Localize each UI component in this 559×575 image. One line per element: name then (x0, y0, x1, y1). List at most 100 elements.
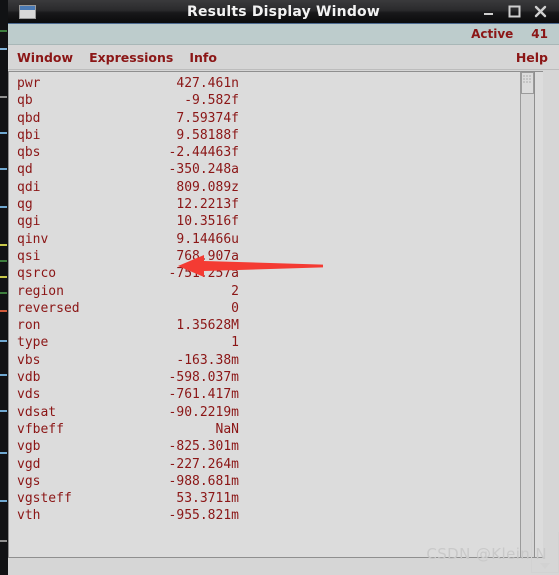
result-row[interactable]: vgd -227.264m (9, 456, 543, 473)
results-list[interactable]: pwr 427.461n qb -9.582f qbd 7.59374f qbi 9.5818… (9, 72, 543, 557)
result-row[interactable]: reversed 0 (9, 300, 543, 317)
backdrop-speck (0, 500, 7, 502)
result-row[interactable]: ron 1.35628M (9, 317, 543, 334)
backdrop-speck (0, 132, 7, 134)
status-state-label: Active (471, 27, 514, 41)
result-parameter-name: vds (17, 387, 41, 403)
result-parameter-value: 12.2213f (176, 197, 239, 213)
result-row[interactable]: vgb -825.301m (9, 438, 543, 455)
result-parameter-name: qsrco (17, 266, 57, 282)
backdrop-speck (0, 96, 7, 98)
maximize-button[interactable] (508, 5, 521, 18)
status-count: 41 (531, 27, 548, 41)
result-row[interactable]: qsi 768.907a (9, 248, 543, 265)
result-row[interactable]: vds -761.417m (9, 386, 543, 403)
result-parameter-name: vfbeff (17, 421, 64, 437)
backdrop-speck (0, 168, 7, 170)
result-row[interactable]: region 2 (9, 283, 543, 300)
result-row[interactable]: qinv 9.14466u (9, 231, 543, 248)
result-row[interactable]: qdi 809.089z (9, 179, 543, 196)
backdrop-speck (0, 340, 7, 342)
result-parameter-name: vth (17, 508, 41, 524)
backdrop-speck (0, 244, 7, 246)
window-controls (482, 5, 559, 18)
result-row[interactable]: qbd 7.59374f (9, 110, 543, 127)
result-row[interactable]: qb -9.582f (9, 92, 543, 109)
close-button[interactable] (534, 5, 547, 18)
result-row[interactable]: vdsat -90.2219m (9, 404, 543, 421)
result-parameter-name: ron (17, 318, 41, 334)
result-row[interactable]: vbs -163.38m (9, 352, 543, 369)
result-parameter-value: -163.38m (176, 352, 239, 368)
result-parameter-name: qgi (17, 214, 41, 230)
result-parameter-name: qg (17, 197, 33, 213)
result-row[interactable]: vth -955.821m (9, 507, 543, 524)
result-row[interactable]: vgsteff 53.3711m (9, 490, 543, 507)
backdrop-speck (0, 276, 7, 278)
backdrop-speck (0, 410, 7, 412)
result-row[interactable]: vgs -988.681m (9, 473, 543, 490)
window-icon (19, 4, 36, 19)
menu-item-window[interactable]: Window (17, 50, 73, 65)
result-parameter-value: 809.089z (176, 179, 239, 195)
status-strip: Active 41 (8, 24, 559, 45)
watermark-text: CSDN @Klein N (426, 545, 547, 563)
result-row[interactable]: vfbeff NaN (9, 421, 543, 438)
result-parameter-value: NaN (215, 421, 239, 437)
menu-item-info[interactable]: Info (189, 50, 217, 65)
result-parameter-name: region (17, 283, 64, 299)
result-parameter-value: -825.301m (168, 439, 239, 455)
result-parameter-value: -227.264m (168, 456, 239, 472)
vertical-scrollbar-thumb[interactable] (521, 72, 534, 94)
vertical-scrollbar[interactable] (520, 71, 535, 558)
backdrop-speck (0, 452, 7, 454)
result-parameter-value: -751.257a (168, 266, 239, 282)
backdrop-speck (0, 48, 7, 50)
backdrop-speck (0, 310, 7, 312)
result-parameter-name: qsi (17, 248, 41, 264)
result-parameter-value: 427.461n (176, 76, 239, 91)
result-parameter-value: 10.3516f (176, 214, 239, 230)
result-parameter-name: vdsat (17, 404, 57, 420)
result-parameter-value: -9.582f (184, 93, 239, 109)
result-parameter-value: 9.58188f (176, 127, 239, 143)
result-row[interactable]: qd -350.248a (9, 161, 543, 178)
menu-bar: Window Expressions Info Help (8, 45, 559, 70)
result-parameter-name: qbs (17, 145, 41, 161)
backdrop-speck (0, 260, 7, 262)
result-parameter-value: 7.59374f (176, 110, 239, 126)
backdrop-speck (0, 374, 7, 376)
result-parameter-name: vgs (17, 473, 41, 489)
result-parameter-name: pwr (17, 76, 41, 91)
result-row[interactable]: qbi 9.58188f (9, 127, 543, 144)
result-parameter-name: qb (17, 93, 33, 109)
menu-item-help[interactable]: Help (516, 50, 548, 65)
title-bar[interactable]: Results Display Window (8, 0, 559, 24)
result-row[interactable]: type 1 (9, 334, 543, 351)
result-row[interactable]: qbs -2.44463f (9, 144, 543, 161)
backdrop-speck (0, 540, 7, 542)
result-row[interactable]: qg 12.2213f (9, 196, 543, 213)
result-parameter-value: 1 (231, 335, 239, 351)
result-parameter-value: -2.44463f (168, 145, 239, 161)
result-row[interactable]: qgi 10.3516f (9, 213, 543, 230)
minimize-button[interactable] (482, 5, 495, 18)
result-parameter-name: vbs (17, 352, 41, 368)
backdrop-speck (0, 206, 7, 208)
result-parameter-value: 0 (231, 300, 239, 316)
result-parameter-name: vgsteff (17, 491, 72, 507)
result-parameter-value: -761.417m (168, 387, 239, 403)
menu-item-expressions[interactable]: Expressions (89, 50, 173, 65)
result-parameter-value: -955.821m (168, 508, 239, 524)
result-row[interactable]: qsrco -751.257a (9, 265, 543, 282)
results-content-panel: pwr 427.461n qb -9.582f qbd 7.59374f qbi 9.5818… (8, 71, 543, 558)
result-parameter-value: -350.248a (168, 162, 239, 178)
result-parameter-value: 2 (231, 283, 239, 299)
result-parameter-name: qd (17, 162, 33, 178)
result-parameter-value: 1.35628M (176, 318, 239, 334)
result-row[interactable]: vdb -598.037m (9, 369, 543, 386)
result-row[interactable]: pwr 427.461n (9, 75, 543, 92)
result-parameter-value: -90.2219m (168, 404, 239, 420)
result-parameter-name: qbd (17, 110, 41, 126)
backdrop-speck (0, 292, 7, 294)
